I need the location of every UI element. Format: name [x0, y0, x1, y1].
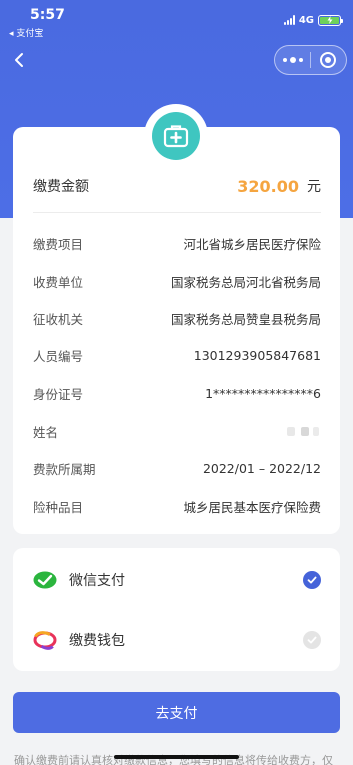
- detail-label: 收费单位: [33, 274, 84, 290]
- detail-row-name: 姓名: [33, 420, 321, 442]
- signal-icon: [283, 15, 295, 25]
- detail-value: 1****************6: [205, 385, 321, 401]
- detail-row-person-id: 人员编号 1301293905847681: [33, 344, 321, 366]
- masked-name: [285, 424, 321, 438]
- detail-row-item: 缴费项目 河北省城乡居民医疗保险: [33, 232, 321, 254]
- detail-value: 国家税务总局河北省税务局: [170, 274, 321, 290]
- battery-icon: [318, 14, 343, 26]
- status-bar: 5:57 ◂ 支付宝 4G: [0, 0, 353, 39]
- detail-row-category: 险种品目 城乡居民基本医疗保险费: [33, 495, 321, 517]
- status-time: 5:57: [30, 7, 65, 23]
- detail-label: 人员编号: [33, 348, 84, 364]
- amount-row: 缴费金额 320.00 元: [33, 172, 321, 200]
- detail-label: 险种品目: [33, 499, 84, 515]
- detail-label: 缴费项目: [33, 236, 84, 252]
- back-to-app-link[interactable]: ◂ 支付宝: [9, 26, 43, 39]
- wechat-pay-icon: [33, 568, 57, 592]
- amount-value: 320.00: [237, 176, 299, 196]
- payment-wallet-icon: [33, 628, 57, 652]
- detail-value: 城乡居民基本医疗保险费: [183, 499, 321, 515]
- detail-value: 2022/01 – 2022/12: [202, 460, 321, 476]
- detail-label: 身份证号: [33, 386, 84, 402]
- more-dots-icon[interactable]: [275, 46, 310, 74]
- payment-option-label: 微信支付: [69, 573, 125, 589]
- detail-value: 国家税务总局赞皇县税务局: [170, 311, 321, 327]
- radio-unchecked-icon[interactable]: [303, 631, 321, 649]
- amount-label: 缴费金额: [33, 179, 89, 195]
- target-circle-icon[interactable]: [311, 46, 346, 74]
- network-type: 4G: [298, 14, 314, 26]
- amount-unit: 元: [307, 179, 321, 195]
- chevron-left-icon[interactable]: [10, 50, 30, 70]
- payment-option-label: 缴费钱包: [69, 633, 125, 649]
- detail-row-period: 费款所属期 2022/01 – 2022/12: [33, 457, 321, 479]
- detail-label: 姓名: [33, 424, 59, 440]
- detail-value: 1301293905847681: [193, 347, 321, 363]
- detail-row-payee: 收费单位 国家税务总局河北省税务局: [33, 270, 321, 292]
- detail-label: 征收机关: [33, 311, 84, 327]
- status-indicators: 4G: [283, 13, 343, 27]
- divider: [33, 212, 321, 213]
- radio-checked-icon[interactable]: [303, 571, 321, 589]
- payment-option-wechat[interactable]: 微信支付: [33, 565, 321, 595]
- payment-option-wallet[interactable]: 缴费钱包: [33, 625, 321, 655]
- home-indicator: [114, 755, 239, 759]
- detail-label: 费款所属期: [33, 461, 96, 477]
- medical-kit-icon: [152, 112, 200, 160]
- detail-row-id-card: 身份证号 1****************6: [33, 382, 321, 404]
- pay-button[interactable]: 去支付: [13, 692, 340, 733]
- detail-value: 河北省城乡居民医疗保险: [183, 236, 321, 252]
- mini-program-capsule: [274, 45, 347, 75]
- detail-row-authority: 征收机关 国家税务总局赞皇县税务局: [33, 307, 321, 329]
